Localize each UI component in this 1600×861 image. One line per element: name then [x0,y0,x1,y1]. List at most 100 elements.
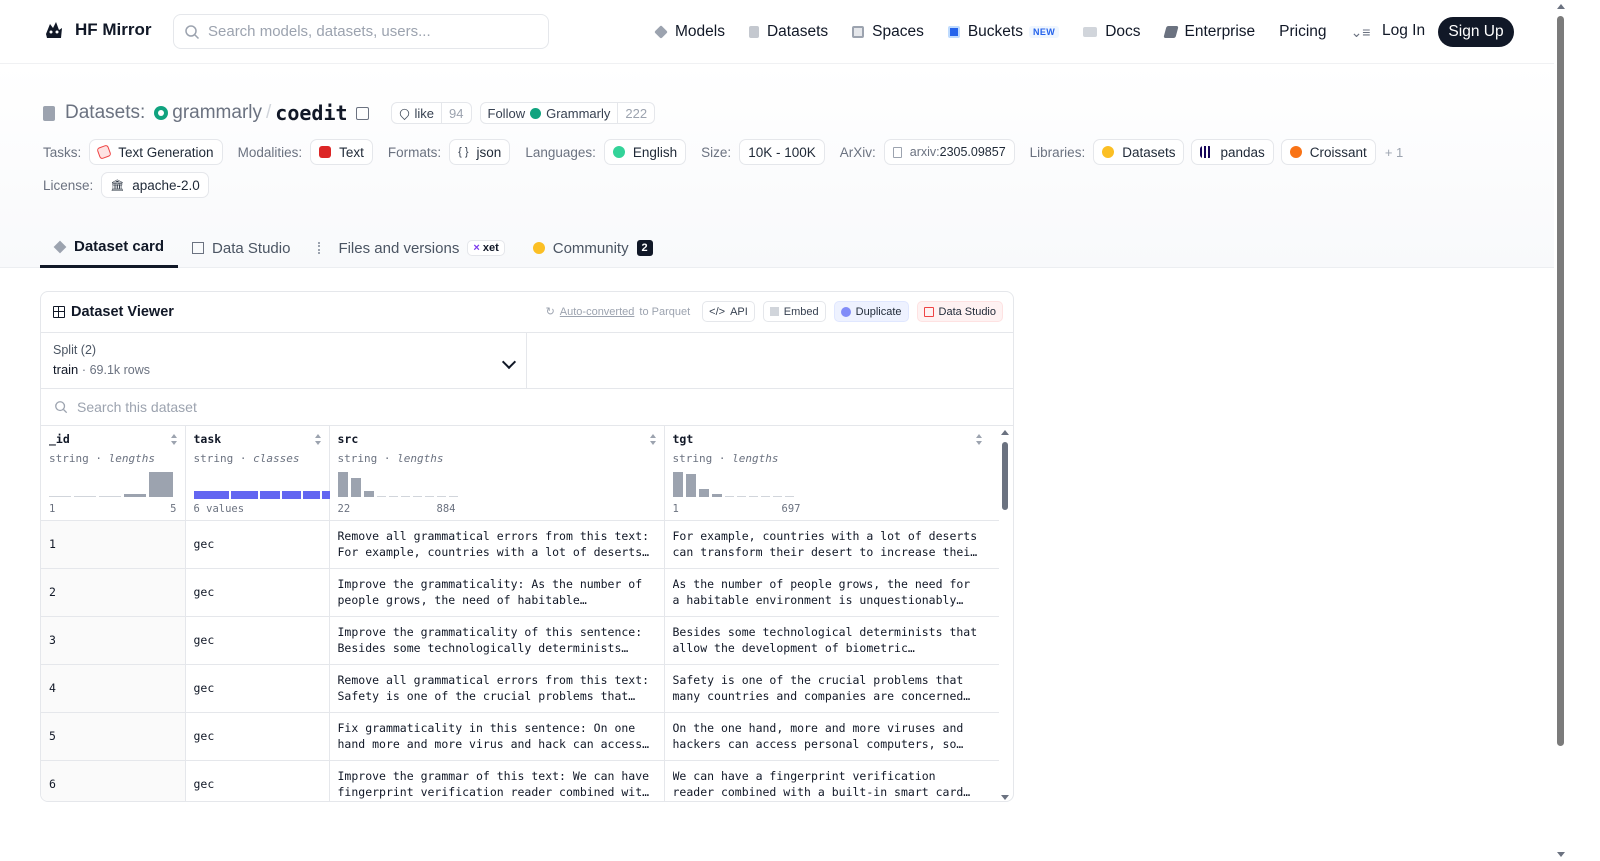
auto-converted-link[interactable]: Auto-converted [560,306,635,318]
login-link[interactable]: Log In [1382,22,1425,40]
scroll-up-icon[interactable] [1001,430,1009,435]
libraries-more[interactable]: + 1 [1385,145,1403,160]
nav-buckets[interactable]: Buckets NEW [947,23,1060,41]
cell-task[interactable]: gec [185,760,330,801]
cell-id[interactable]: 2 [41,568,186,617]
library-tag-pandas[interactable]: pandas [1191,139,1274,165]
cell-task[interactable]: gec [185,520,330,569]
sort-icon[interactable] [649,434,657,446]
nav-datasets[interactable]: Datasets [748,23,828,41]
tab-community[interactable]: Community 2 [519,228,667,268]
cell-tgt[interactable]: As the number of people grows, the need … [664,568,999,617]
copy-icon[interactable] [355,106,369,120]
like-button[interactable]: like 94 [390,102,472,124]
cell-tgt[interactable]: We can have a fingerprint verification r… [664,760,999,801]
sort-icon[interactable] [170,434,178,446]
cell-id[interactable]: 6 [41,760,186,801]
table-row[interactable]: 5 gec Fix grammaticality in this sentenc… [41,712,999,761]
cell-task[interactable]: gec [185,568,330,617]
sort-icon[interactable] [976,434,983,446]
cell-id[interactable]: 5 [41,712,186,761]
table-scrollbar[interactable] [1000,430,1010,800]
cell-src[interactable]: Improve the grammar of this text: We can… [329,760,665,801]
format-tag[interactable]: { } json [449,139,511,165]
cell-id[interactable]: 3 [41,616,186,665]
nav-pricing[interactable]: Pricing [1279,23,1326,41]
data-studio-label: Data Studio [938,305,996,318]
column-header-src[interactable]: src string · lengths 22 884 [329,426,665,521]
nav-models[interactable]: Models [654,23,725,41]
cell-tgt[interactable]: For example, countries with a lot of des… [664,520,999,569]
cell-src[interactable]: Improve the grammaticality: As the numbe… [329,568,665,617]
license-tag[interactable]: 🏛 apache-2.0 [101,172,209,198]
cell-tgt[interactable]: Safety is one of the crucial problems th… [664,664,999,713]
cell-id[interactable]: 4 [41,664,186,713]
data-studio-button[interactable]: Data Studio [916,301,1003,322]
repo-name-link[interactable]: coedit [275,101,347,125]
cell-tgt[interactable]: On the one hand, more and more viruses a… [664,712,999,761]
arxiv-prefix: arxiv: [909,145,940,159]
refresh-icon: ↻ [545,306,555,318]
scroll-down-icon[interactable] [1557,852,1565,857]
arxiv-tag[interactable]: arxiv:2305.09857 [883,139,1015,165]
scroll-up-icon[interactable] [1557,4,1565,9]
signup-button[interactable]: Sign Up [1438,17,1514,47]
cell-src[interactable]: Remove all grammatical errors from this … [329,520,665,569]
org-link[interactable]: grammarly [172,102,262,124]
table-row[interactable]: 6 gec Improve the grammar of this text: … [41,760,999,801]
column-header-task[interactable]: task string · classes 6 values [185,426,330,521]
tab-dataset-card[interactable]: Dataset card [40,228,179,268]
nav-spaces[interactable]: Spaces [852,23,924,41]
tab-data-studio[interactable]: Data Studio [178,228,304,268]
cell-src[interactable]: Improve the grammaticality of this sente… [329,616,665,665]
brand-link[interactable]: HF Mirror [42,18,152,42]
table-row[interactable]: 4 gec Remove all grammatical errors from… [41,664,999,713]
tasks-label: Tasks: [43,144,82,160]
api-button[interactable]: </> API [702,301,755,322]
library-tag-datasets[interactable]: Datasets [1093,139,1185,165]
column-stat: classes [253,452,300,465]
size-tag[interactable]: 10K - 100K [739,139,825,165]
cell-src[interactable]: Remove all grammatical errors from this … [329,664,665,713]
duplicate-button[interactable]: Duplicate [833,301,909,322]
histogram-bar [685,474,696,497]
histogram-bar [400,496,410,497]
page-scrollbar[interactable] [1554,0,1568,861]
table-row[interactable]: 3 gec Improve the grammaticality of this… [41,616,999,665]
split-selector[interactable]: Split (2) train · 69.1k rows [41,333,527,388]
scroll-thumb[interactable] [1002,442,1008,510]
table-row[interactable]: 2 gec Improve the grammaticality: As the… [41,568,999,617]
cell-task[interactable]: gec [185,712,330,761]
language-tag[interactable]: English [603,139,687,165]
nav-docs[interactable]: Docs [1083,23,1141,41]
community-count-badge: 2 [636,240,653,256]
global-search-input[interactable]: Search models, datasets, users... [173,14,549,49]
column-header-id[interactable]: _id string · lengths 15 [41,426,186,521]
column-type-name: string [49,452,89,465]
sort-icon[interactable] [314,434,322,446]
scroll-thumb[interactable] [1557,16,1564,746]
scroll-down-icon[interactable] [1001,795,1009,800]
modality-tag[interactable]: Text [310,139,373,165]
table-row[interactable]: 1 gec Remove all grammatical errors from… [41,520,999,569]
embed-button[interactable]: Embed [762,301,826,322]
class-segment [302,491,320,499]
cell-id[interactable]: 1 [41,520,186,569]
follow-button[interactable]: Follow Grammarly 222 [479,102,656,124]
enterprise-icon [1162,26,1179,38]
cell-src[interactable]: Fix grammaticality in this sentence: On … [329,712,665,761]
cell-task[interactable]: gec [185,616,330,665]
library-tag-label: Croissant [1309,144,1367,160]
task-tag[interactable]: Text Generation [89,139,223,165]
more-menu-icon[interactable]: ⌄≡ [1351,24,1371,41]
column-header-tgt[interactable]: tgt string · lengths 1 697 [664,426,999,521]
nav-enterprise[interactable]: Enterprise [1162,23,1255,41]
search-placeholder: Search models, datasets, users... [208,23,431,40]
cell-task[interactable]: gec [185,664,330,713]
tab-files-and-versions[interactable]: Files and versions × xet [304,228,518,268]
cell-tgt[interactable]: Besides some technological determinists … [664,616,999,665]
column-stat: lengths [397,452,444,465]
dataset-search-input[interactable]: Search this dataset [41,389,1013,426]
column-name: task [193,432,222,446]
library-tag-croissant[interactable]: Croissant [1280,139,1376,165]
